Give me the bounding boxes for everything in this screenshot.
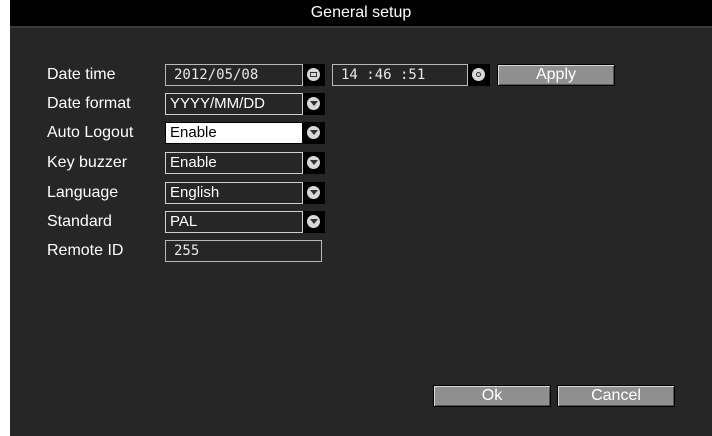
key-buzzer-value[interactable]: Enable [165,152,303,174]
time-input[interactable]: 14 :46 :51 [332,64,468,86]
chevron-down-icon [307,97,320,110]
auto-logout-dropdown-button[interactable] [303,122,325,144]
date-picker-button[interactable] [303,64,325,86]
chevron-down-icon [307,215,320,228]
chevron-down-icon [307,126,320,139]
date-format-label: Date format [47,95,131,112]
clock-icon [472,68,485,81]
window-title: General setup [10,0,712,26]
calendar-icon [307,68,320,81]
apply-button[interactable]: Apply [497,64,615,86]
language-label: Language [47,184,119,201]
date-input[interactable]: 2012/05/08 [165,64,303,86]
date-time-label: Date time [47,66,116,83]
language-value[interactable]: English [165,182,303,204]
time-picker-button[interactable] [468,64,490,86]
key-buzzer-select[interactable]: Enable [165,152,325,174]
general-setup-dialog: General setup Date time 2012/05/08 14 :4… [0,0,712,436]
auto-logout-value[interactable]: Enable [165,122,303,144]
language-dropdown-button[interactable] [303,182,325,204]
date-format-select[interactable]: YYYY/MM/DD [165,93,325,115]
date-format-dropdown-button[interactable] [303,93,325,115]
auto-logout-label: Auto Logout [47,124,134,141]
key-buzzer-label: Key buzzer [47,154,128,171]
standard-value[interactable]: PAL [165,211,303,233]
language-select[interactable]: English [165,182,325,204]
chevron-down-icon [307,156,320,169]
remote-id-label: Remote ID [47,242,124,259]
cancel-button[interactable]: Cancel [557,385,675,407]
settings-panel: Date time 2012/05/08 14 :46 :51 Apply Da… [10,26,712,436]
standard-dropdown-button[interactable] [303,211,325,233]
chevron-down-icon [307,186,320,199]
key-buzzer-dropdown-button[interactable] [303,152,325,174]
date-format-value[interactable]: YYYY/MM/DD [165,93,303,115]
standard-select[interactable]: PAL [165,211,325,233]
ok-button[interactable]: Ok [433,385,551,407]
remote-id-input[interactable]: 255 [165,240,322,262]
standard-label: Standard [47,213,112,230]
auto-logout-select[interactable]: Enable [165,122,325,144]
